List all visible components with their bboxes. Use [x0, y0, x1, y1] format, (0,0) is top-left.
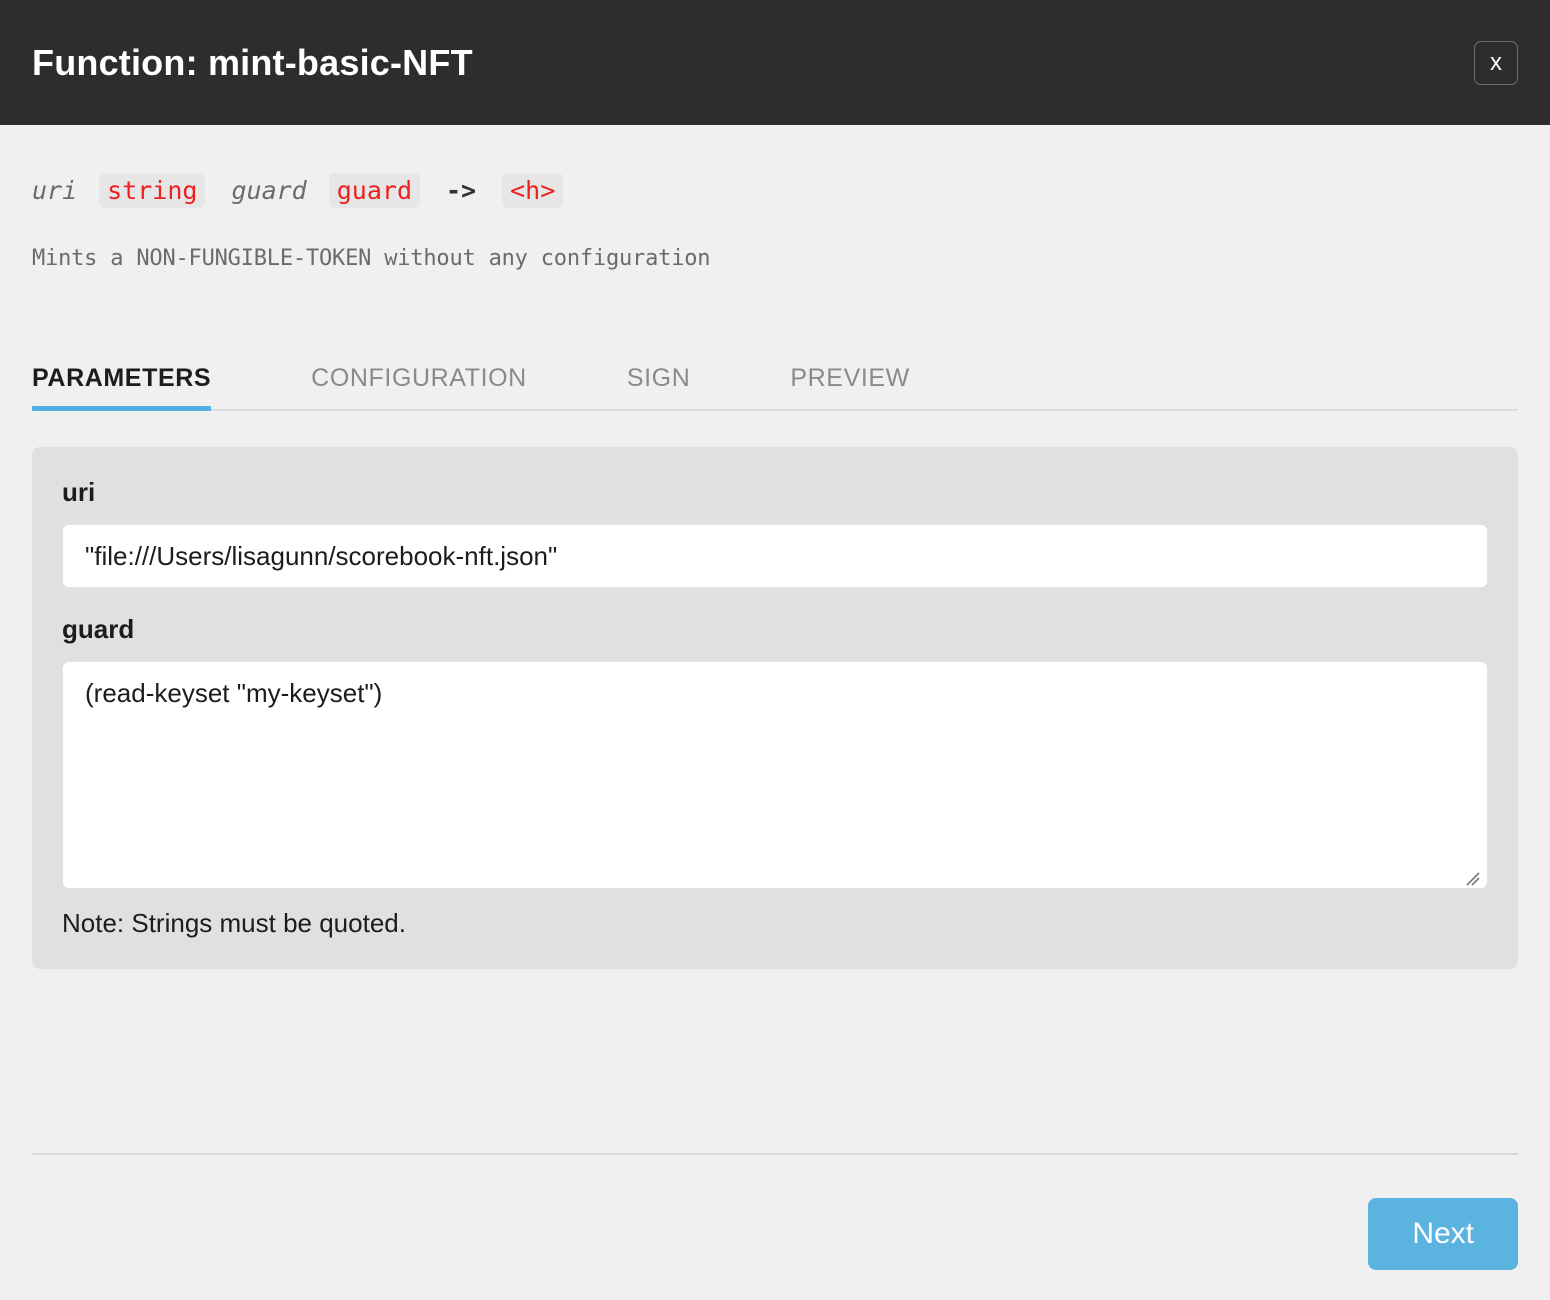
function-description: Mints a NON-FUNGIBLE-TOKEN without any c… [32, 246, 711, 271]
guard-textarea[interactable] [62, 661, 1488, 889]
strings-quoted-note: Note: Strings must be quoted. [62, 908, 406, 938]
signature-arg-uri-type: string [99, 173, 206, 208]
tab-sign[interactable]: SIGN [627, 364, 691, 409]
title-bar: Function: mint-basic-NFT x [0, 0, 1550, 125]
page-title: Function: mint-basic-NFT [32, 41, 473, 83]
function-signature: uri string guard guard -> <h> [32, 125, 1518, 208]
tab-configuration[interactable]: CONFIGURATION [311, 364, 527, 409]
footer-divider [32, 1153, 1518, 1155]
uri-field-label: uri [62, 477, 96, 507]
next-button[interactable]: Next [1368, 1198, 1518, 1270]
signature-return-type: <h> [502, 173, 564, 208]
parameters-panel: uri guard Note: Strings must be quoted. [32, 447, 1518, 969]
signature-arrow: -> [446, 176, 477, 205]
signature-arg-guard-type: guard [328, 173, 420, 208]
uri-input[interactable] [62, 524, 1488, 588]
footer-actions: Next [1368, 1198, 1518, 1270]
guard-input-wrapper [62, 661, 1488, 894]
dialog-content: uri string guard guard -> <h> Mints a NO… [0, 125, 1550, 1300]
close-icon[interactable]: x [1474, 40, 1518, 85]
signature-arg-guard-name: guard [231, 176, 307, 205]
tab-preview[interactable]: PREVIEW [790, 364, 910, 409]
guard-field-label: guard [62, 614, 135, 644]
tab-bar: PARAMETERS CONFIGURATION SIGN PREVIEW [32, 343, 1518, 411]
signature-arg-uri-name: uri [32, 176, 78, 205]
tab-parameters[interactable]: PARAMETERS [32, 364, 212, 411]
